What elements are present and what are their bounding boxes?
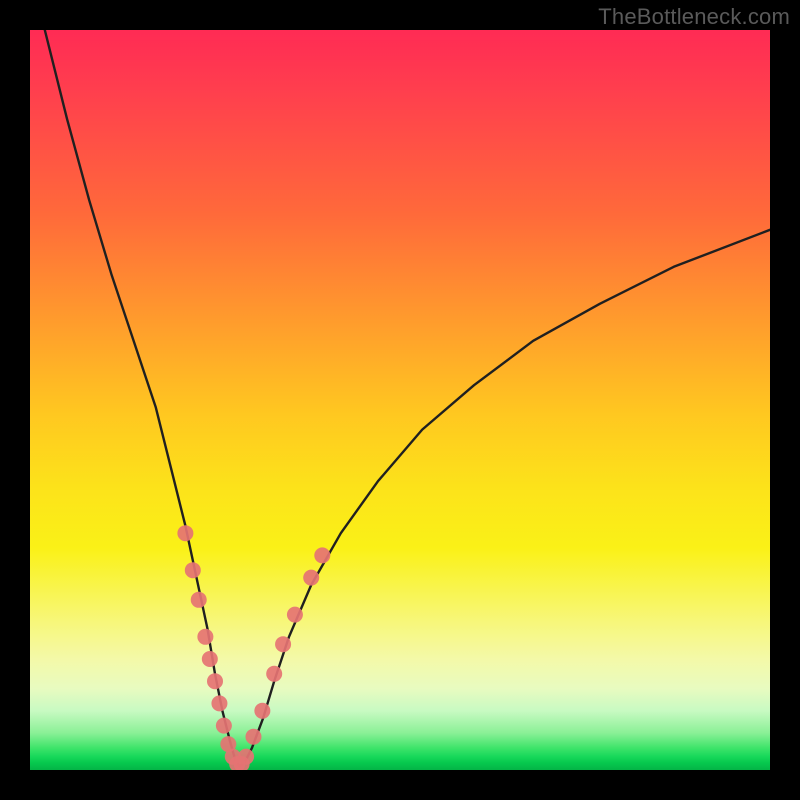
watermark-text: TheBottleneck.com — [598, 4, 790, 30]
chart-frame: TheBottleneck.com — [0, 0, 800, 800]
plot-area — [30, 30, 770, 770]
data-point — [275, 636, 291, 652]
data-point — [303, 570, 319, 586]
data-point — [314, 547, 330, 563]
data-point — [177, 525, 193, 541]
data-point — [266, 666, 282, 682]
data-point — [216, 718, 232, 734]
highlighted-points — [177, 525, 330, 770]
data-point — [207, 673, 223, 689]
data-point — [185, 562, 201, 578]
data-point — [245, 729, 261, 745]
data-point — [202, 651, 218, 667]
data-point — [211, 695, 227, 711]
data-point — [238, 749, 254, 765]
data-point — [287, 607, 303, 623]
bottleneck-curve — [45, 30, 770, 766]
data-point — [254, 703, 270, 719]
data-point — [197, 629, 213, 645]
curve-layer — [30, 30, 770, 770]
data-point — [191, 592, 207, 608]
